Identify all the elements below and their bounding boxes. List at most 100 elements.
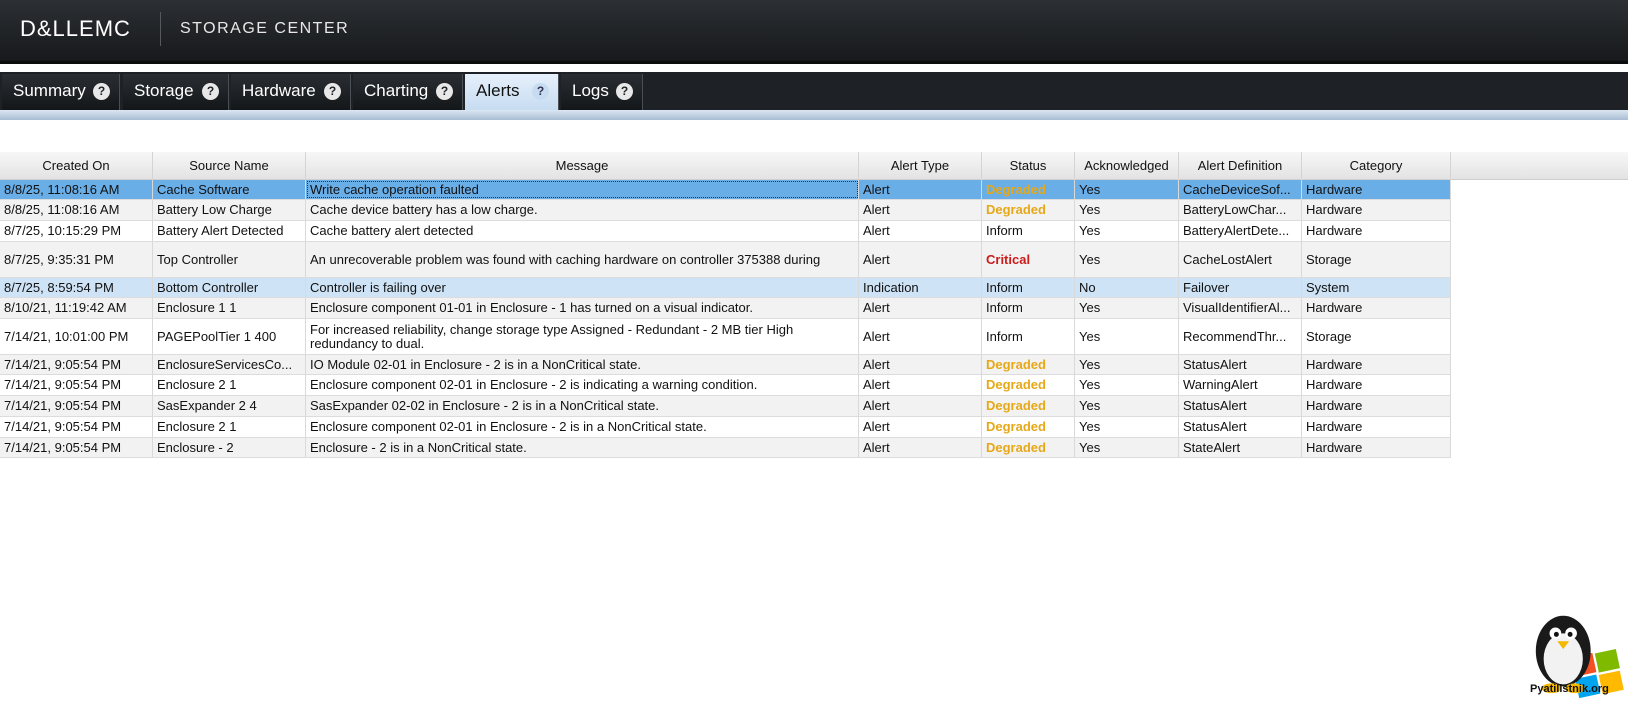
table-row[interactable]: 7/14/21, 9:05:54 PM Enclosure - 2 Enclosur… xyxy=(0,438,1451,458)
table-row[interactable]: 8/7/25, 10:15:29 PM Battery Alert Detecte… xyxy=(0,221,1451,242)
acknowledged-value: Yes xyxy=(1079,399,1101,413)
cell-alert-type: Alert xyxy=(859,438,982,457)
help-icon[interactable]: ? xyxy=(616,83,633,100)
status-value: Degraded xyxy=(986,182,1046,197)
table-row[interactable]: 8/10/21, 11:19:42 AM Enclosure 1 1 Enclosu… xyxy=(0,298,1451,319)
cell-acknowledged: Yes xyxy=(1075,200,1179,220)
cell-alert-definition: VisualIdentifierAl... xyxy=(1179,298,1302,318)
help-icon[interactable]: ? xyxy=(324,83,341,100)
cell-acknowledged: Yes xyxy=(1075,396,1179,416)
cell-acknowledged: No xyxy=(1075,278,1179,297)
cell-status: Degraded xyxy=(982,200,1075,220)
cell-alert-definition: StatusAlert xyxy=(1179,417,1302,437)
table-row[interactable]: 7/14/21, 9:05:54 PM SasExpander 2 4 SasExp… xyxy=(0,396,1451,417)
source-name-value: Enclosure 2 1 xyxy=(157,378,237,392)
cell-category: Hardware xyxy=(1302,355,1451,374)
main-tab-bar: Summary? Storage? Hardware? Charting? Alerts… xyxy=(0,72,1628,110)
cell-alert-type: Alert xyxy=(859,200,982,220)
cell-created-on: 7/14/21, 9:05:54 PM xyxy=(0,396,153,416)
column-header-created-on[interactable]: Created On xyxy=(0,152,153,180)
cell-source-name: Enclosure 1 1 xyxy=(153,298,306,318)
header-divider xyxy=(160,12,161,46)
table-row[interactable]: 8/7/25, 8:59:54 PM Bottom Controller Contr… xyxy=(0,278,1451,298)
table-row[interactable]: 7/14/21, 9:05:54 PM EnclosureServicesCo..… xyxy=(0,355,1451,375)
status-value: Degraded xyxy=(986,420,1046,434)
cell-status: Inform xyxy=(982,319,1075,354)
product-title: STORAGE CENTER xyxy=(180,20,350,37)
status-value: Inform xyxy=(986,329,1023,344)
table-row[interactable]: 8/7/25, 9:35:31 PM Top Controller An unrec… xyxy=(0,242,1451,278)
cell-message: Enclosure component 01-01 in Enclosure -… xyxy=(306,298,859,318)
help-icon[interactable]: ? xyxy=(436,83,453,100)
alert-definition-value: StatusAlert xyxy=(1183,357,1247,372)
source-name-value: Cache Software xyxy=(157,182,250,197)
status-value: Degraded xyxy=(986,203,1046,217)
cell-acknowledged: Yes xyxy=(1075,438,1179,457)
column-header-message[interactable]: Message xyxy=(306,152,859,180)
tab-hardware[interactable]: Hardware? xyxy=(231,74,351,110)
table-row[interactable]: 7/14/21, 10:01:00 PM PAGEPoolTier 1 400 Fo… xyxy=(0,319,1451,355)
category-value: Hardware xyxy=(1306,301,1363,315)
help-icon[interactable]: ? xyxy=(532,83,549,100)
column-header-alert-type[interactable]: Alert Type xyxy=(859,152,982,180)
cell-message: Write cache operation faulted xyxy=(306,180,859,199)
tab-storage[interactable]: Storage? xyxy=(123,74,229,110)
table-row[interactable]: 7/14/21, 9:05:54 PM Enclosure 2 1 Enclosur… xyxy=(0,375,1451,396)
source-name-value: Enclosure 2 1 xyxy=(157,420,237,434)
source-name-value: SasExpander 2 4 xyxy=(157,399,257,413)
created-on-value: 7/14/21, 10:01:00 PM xyxy=(4,329,129,344)
cell-created-on: 8/8/25, 11:08:16 AM xyxy=(0,180,153,199)
created-on-value: 8/8/25, 11:08:16 AM xyxy=(4,182,120,197)
status-value: Degraded xyxy=(986,399,1046,413)
alert-definition-value: Failover xyxy=(1183,280,1230,295)
table-row[interactable]: 8/8/25, 11:08:16 AM Cache Software Write c… xyxy=(0,180,1451,200)
cell-category: Storage xyxy=(1302,242,1451,277)
source-name-value: Battery Alert Detected xyxy=(157,224,284,238)
table-row[interactable]: 8/8/25, 11:08:16 AM Battery Low Charge Cac… xyxy=(0,200,1451,221)
alert-definition-value: BatteryLowChar... xyxy=(1183,203,1287,217)
cell-status: Inform xyxy=(982,278,1075,297)
cell-status: Degraded xyxy=(982,355,1075,374)
table-header-row: Created On Source Name Message Alert Type St… xyxy=(0,152,1628,180)
tab-summary[interactable]: Summary? xyxy=(2,74,120,110)
message-value: Enclosure component 01-01 in Enclosure -… xyxy=(310,301,753,315)
cell-alert-definition: CacheDeviceSof... xyxy=(1179,180,1302,199)
source-name-value: Enclosure 1 1 xyxy=(157,301,237,315)
message-value: Cache battery alert detected xyxy=(310,224,474,238)
cell-acknowledged: Yes xyxy=(1075,180,1179,199)
acknowledged-value: Yes xyxy=(1079,420,1101,434)
created-on-value: 8/7/25, 10:15:29 PM xyxy=(4,224,122,238)
column-header-category[interactable]: Category xyxy=(1302,152,1451,180)
cell-status: Degraded xyxy=(982,180,1075,199)
cell-acknowledged: Yes xyxy=(1075,221,1179,241)
alert-definition-value: VisualIdentifierAl... xyxy=(1183,301,1291,315)
tab-logs[interactable]: Logs? xyxy=(561,74,643,110)
cell-alert-type: Alert xyxy=(859,417,982,437)
cell-created-on: 7/14/21, 10:01:00 PM xyxy=(0,319,153,354)
cell-acknowledged: Yes xyxy=(1075,319,1179,354)
column-header-status[interactable]: Status xyxy=(982,152,1075,180)
column-header-acknowledged[interactable]: Acknowledged xyxy=(1075,152,1179,180)
cell-alert-type: Alert xyxy=(859,242,982,277)
cell-source-name: Battery Low Charge xyxy=(153,200,306,220)
cell-alert-type: Alert xyxy=(859,180,982,199)
help-icon[interactable]: ? xyxy=(202,83,219,100)
cell-category: Hardware xyxy=(1302,417,1451,437)
cell-created-on: 8/8/25, 11:08:16 AM xyxy=(0,200,153,220)
cell-category: Hardware xyxy=(1302,200,1451,220)
cell-alert-type: Alert xyxy=(859,396,982,416)
category-value: Storage xyxy=(1306,252,1352,267)
table-row[interactable]: 7/14/21, 9:05:54 PM Enclosure 2 1 Enclosur… xyxy=(0,417,1451,438)
cell-acknowledged: Yes xyxy=(1075,355,1179,374)
column-header-source-name[interactable]: Source Name xyxy=(153,152,306,180)
tab-alerts[interactable]: Alerts? xyxy=(465,74,559,110)
tab-label: Charting xyxy=(364,81,429,100)
tab-charting[interactable]: Charting? xyxy=(353,74,463,110)
cell-alert-type: Alert xyxy=(859,375,982,395)
category-value: Hardware xyxy=(1306,420,1363,434)
column-header-alert-definition[interactable]: Alert Definition xyxy=(1179,152,1302,180)
status-value: Degraded xyxy=(986,378,1046,392)
cell-message: Controller is failing over xyxy=(306,278,859,297)
cell-message: Enclosure component 02-01 in Enclosure -… xyxy=(306,375,859,395)
help-icon[interactable]: ? xyxy=(93,83,110,100)
